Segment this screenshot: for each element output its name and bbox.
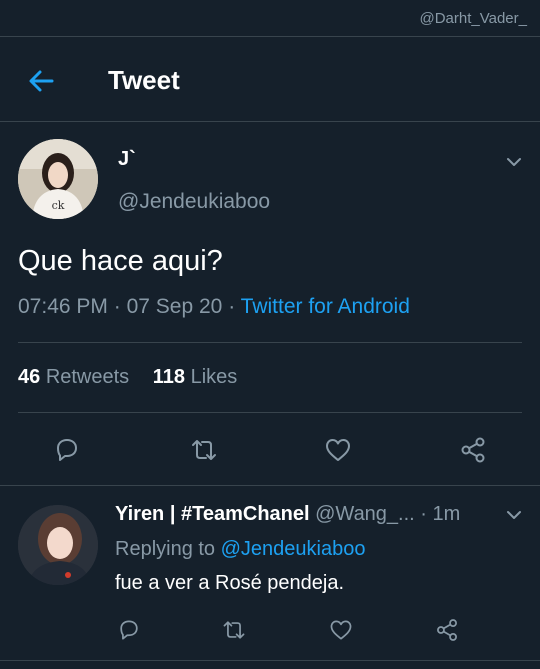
reply-icon[interactable] <box>52 435 82 470</box>
meta-separator: · <box>228 295 236 318</box>
likes-label: Likes <box>190 366 238 388</box>
likes-stat[interactable]: 118 Likes <box>153 366 238 389</box>
tweet-date: 07 Sep 20 <box>126 295 223 318</box>
watermark: @Darht_Vader_ <box>419 10 527 27</box>
retweet-icon[interactable] <box>188 435 220 470</box>
svg-text:ck: ck <box>52 199 65 212</box>
replying-to-label: Replying to <box>115 538 216 560</box>
tweet-timestamp: 07:46 PM · 07 Sep 20 · Twitter for Andro… <box>18 295 410 319</box>
chevron-down-icon[interactable] <box>504 152 524 172</box>
divider <box>18 342 522 343</box>
tweet-stats: 46 Retweets 118 Likes <box>18 366 255 389</box>
section-separator <box>0 660 540 661</box>
avatar[interactable] <box>18 505 98 585</box>
back-arrow-icon[interactable] <box>26 65 58 97</box>
divider <box>18 412 522 413</box>
reply-text: fue a ver a Rosé pendeja. <box>115 572 345 594</box>
user-handle[interactable]: @Wang_... <box>315 503 415 525</box>
likes-count: 118 <box>152 366 186 388</box>
share-icon[interactable] <box>434 617 460 648</box>
avatar[interactable]: ck <box>18 139 98 219</box>
top-app-bar: Tweet <box>0 36 540 122</box>
tweet-time: 07:46 PM <box>18 295 108 318</box>
tweet-text: Que hace aqui? <box>18 245 223 277</box>
tweet-source-link[interactable]: Twitter for Android <box>241 295 410 318</box>
replying-to-mention[interactable]: @Jendeukiaboo <box>221 538 366 560</box>
retweets-label: Retweets <box>45 366 130 388</box>
section-separator <box>0 485 540 486</box>
user-handle[interactable]: @Jendeukiaboo <box>118 190 270 214</box>
reply-time: 1m <box>432 503 461 525</box>
page-title: Tweet <box>108 65 180 95</box>
chevron-down-icon[interactable] <box>504 505 524 525</box>
retweets-count: 46 <box>18 366 41 388</box>
like-icon[interactable] <box>328 617 354 648</box>
reply-icon[interactable] <box>116 617 142 648</box>
display-name[interactable]: J` <box>118 148 136 171</box>
share-icon[interactable] <box>458 435 488 470</box>
display-name[interactable]: Yiren | #TeamChanel <box>115 503 310 525</box>
retweets-stat[interactable]: 46 Retweets <box>18 366 129 389</box>
replying-to: Replying to @Jendeukiaboo <box>115 538 365 561</box>
like-icon[interactable] <box>323 435 353 470</box>
reply-header: Yiren | #TeamChanel @Wang_... · 1m <box>115 503 460 526</box>
meta-separator: · <box>113 295 121 318</box>
retweet-icon[interactable] <box>220 617 248 648</box>
meta-separator: · <box>420 503 427 525</box>
